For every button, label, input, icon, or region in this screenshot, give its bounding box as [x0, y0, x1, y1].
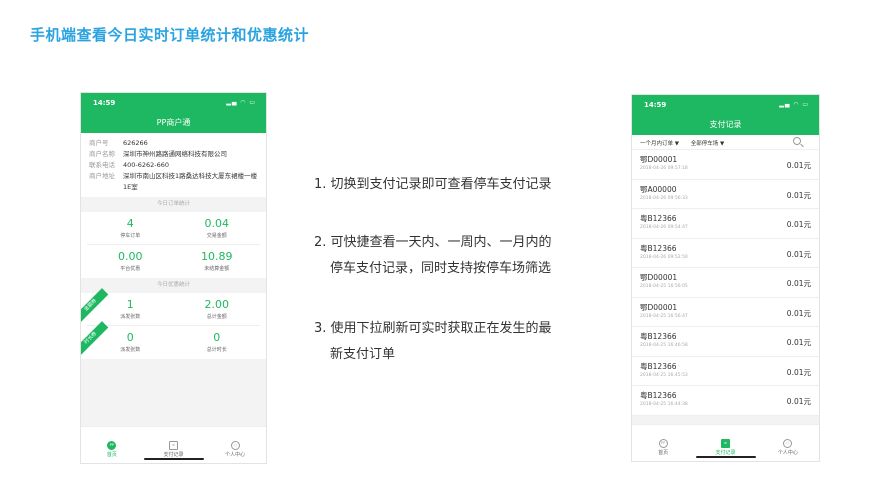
list-item[interactable]: 粤B12366 2018-04-25 16:46:58 0.01元 [632, 327, 819, 357]
pp-logo-icon: PP [107, 441, 117, 450]
payment-records-screen: 14:59 ▂▄ ◠ ▭ 支付记录 一个月内订单 ▼ 全部停车场 ▼ 鄂D000… [631, 94, 820, 462]
tab-home[interactable]: PP 首页 [632, 425, 694, 461]
info-value: 深圳市神州路路通网络科技有限公司 [123, 150, 227, 158]
app-header: 14:59 ▂▄ ◠ ▭ PP商户通 [81, 93, 266, 133]
info-row: 商户名称 深圳市神州路路通网络科技有限公司 [89, 149, 260, 160]
info-key: 商户地址 [89, 172, 115, 180]
list-item[interactable]: 粤B12366 2018-04-25 16:44:38 0.01元 [632, 386, 819, 416]
step-2: 2. 可快捷查看一天内、一周内、一月内的 停车支付记录，同时支持按停车场筛选 [314, 235, 552, 276]
stat-unsettled-amount[interactable]: 10.89 未结算金额 [174, 245, 261, 278]
list-item[interactable]: 鄂D00001 2018-04-25 16:56:05 0.01元 [632, 268, 819, 298]
info-value: 400-6262-660 [123, 161, 170, 169]
app-header: 14:59 ▂▄ ◠ ▭ 支付记录 [632, 95, 819, 135]
stat-parking-orders[interactable]: 4 停车订单 [87, 212, 174, 244]
parking-lot-filter-dropdown[interactable]: 全部停车场 ▼ [691, 141, 724, 147]
tab-home[interactable]: PP 首页 [81, 427, 143, 463]
home-indicator[interactable] [143, 458, 204, 460]
stat-coupon-total-amount[interactable]: 2.00 总计金额 [174, 293, 261, 325]
stat-platform-discount[interactable]: 0.00 平台优惠 [87, 245, 174, 278]
step-1: 1. 切换到支付记录即可查看停车支付记录 [314, 177, 552, 192]
signal-wifi-battery-icon: ▂▄ ◠ ▭ [226, 99, 256, 106]
receipt-icon: ≡ [169, 441, 178, 450]
slide-title: 手机端查看今日实时订单统计和优惠统计 [30, 26, 310, 44]
app-title: PP商户通 [156, 118, 191, 127]
today-coupon-stats: 金额券 时长券 1 派发张数 2.00 总计金额 0 派发张数 0 总计时长 [81, 288, 266, 359]
tab-profile[interactable]: ○ 个人中心 [204, 427, 266, 463]
payment-record-list: 鄂D00001 2018-04-26 09:57:18 0.01元 鄂A0000… [632, 150, 819, 416]
status-time: 14:59 [644, 101, 667, 109]
receipt-icon: ≡ [720, 439, 730, 448]
today-orders-stats: 4 停车订单 0.04 交易金额 0.00 平台优惠 10.89 未结算金额 [81, 212, 266, 278]
status-time: 14:59 [93, 99, 116, 107]
info-row: 商户地址 深圳市南山区科技1路桑达科技大厦东裙楼一楼1E室 [89, 171, 260, 193]
list-item[interactable]: 粤B12366 2018-04-25 16:45:53 0.01元 [632, 356, 819, 386]
step-3: 3. 使用下拉刷新可实时获取正在发生的最 新支付订单 [314, 321, 552, 362]
info-key: 联系电话 [89, 161, 115, 169]
app-title: 支付记录 [709, 120, 742, 129]
status-bar: 14:59 ▂▄ ◠ ▭ [632, 95, 819, 117]
signal-wifi-battery-icon: ▂▄ ◠ ▭ [779, 101, 809, 108]
period-filter-dropdown[interactable]: 一个月内订单 ▼ [640, 141, 679, 147]
merchant-home-screen: 14:59 ▂▄ ◠ ▭ PP商户通 商户号 626266 商户名称 深圳市神州… [80, 92, 267, 464]
user-icon: ○ [230, 441, 240, 450]
list-item[interactable]: 鄂D00001 2018-04-25 16:56:47 0.01元 [632, 297, 819, 327]
info-value: 626266 [123, 139, 148, 147]
stat-transaction-amount[interactable]: 0.04 交易金额 [174, 212, 261, 244]
stat-coupon-total-duration[interactable]: 0 总计时长 [174, 326, 261, 359]
search-icon[interactable] [793, 137, 801, 145]
bottom-tab-bar: PP 首页 ≡ 支付记录 ○ 个人中心 [632, 424, 819, 461]
list-item[interactable]: 鄂A00000 2018-04-26 09:56:33 0.01元 [632, 179, 819, 209]
tab-profile[interactable]: ○ 个人中心 [757, 425, 819, 461]
today-orders-heading: 今日订单统计 [81, 197, 266, 212]
merchant-info: 商户号 626266 商户名称 深圳市神州路路通网络科技有限公司 联系电话 40… [81, 133, 266, 197]
home-indicator[interactable] [695, 456, 756, 458]
today-coupons-heading: 今日优惠统计 [81, 278, 266, 293]
status-bar: 14:59 ▂▄ ◠ ▭ [81, 93, 266, 115]
info-key: 商户名称 [89, 150, 115, 158]
list-item[interactable]: 粤B12366 2018-04-26 09:54:47 0.01元 [632, 209, 819, 239]
user-icon: ○ [783, 439, 793, 448]
bottom-tab-bar: PP 首页 ≡ 支付记录 ○ 个人中心 [81, 426, 266, 463]
info-value: 深圳市南山区科技1路桑达科技大厦东裙楼一楼1E室 [123, 172, 258, 191]
filter-bar: 一个月内订单 ▼ 全部停车场 ▼ [632, 135, 819, 150]
list-item[interactable]: 鄂D00001 2018-04-26 09:57:18 0.01元 [632, 150, 819, 180]
info-row: 商户号 626266 [89, 138, 260, 149]
info-row: 联系电话 400-6262-660 [89, 160, 260, 171]
info-key: 商户号 [89, 139, 109, 147]
pp-logo-icon: PP [658, 439, 668, 448]
list-item[interactable]: 粤B12366 2018-04-26 09:52:50 0.01元 [632, 238, 819, 268]
